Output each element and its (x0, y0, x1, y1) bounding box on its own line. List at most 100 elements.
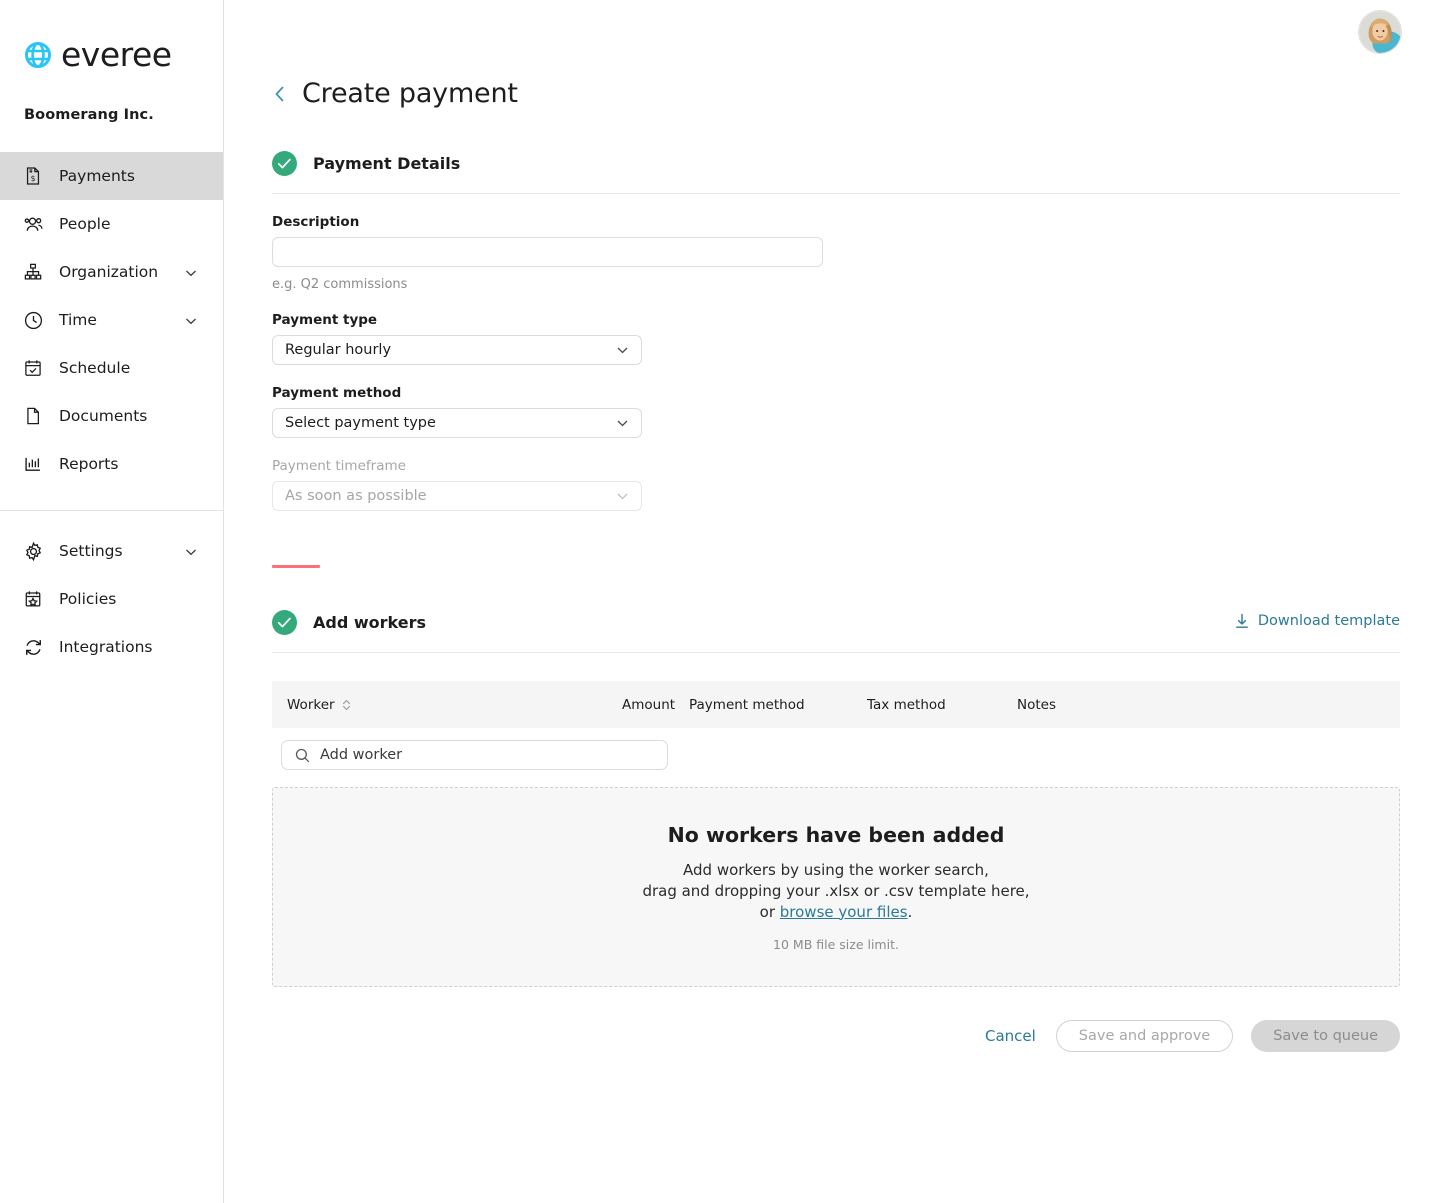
sidebar-item-reports[interactable]: Reports (0, 440, 223, 488)
sort-arrows-icon[interactable] (342, 699, 351, 711)
sidebar-item-label: Settings (59, 542, 123, 560)
form-actions: Cancel Save and approve Save to queue (272, 1020, 1400, 1052)
workers-table: Worker Amount Payment method Tax method … (272, 681, 1400, 987)
sidebar-divider (0, 510, 223, 511)
column-header-amount: Amount (622, 696, 676, 713)
browse-files-link[interactable]: browse your files (780, 903, 908, 921)
clock-icon (22, 309, 44, 331)
empty-state-line-2: drag and dropping your .xlsx or .csv tem… (642, 881, 1030, 900)
sidebar-item-settings[interactable]: Settings (0, 527, 223, 575)
description-label: Description (272, 214, 360, 230)
sidebar-item-label: Integrations (59, 638, 153, 656)
payment-type-select[interactable]: Regular hourly (272, 335, 642, 365)
user-avatar-image (1359, 11, 1401, 53)
page-title: Create payment (302, 78, 518, 109)
payment-method-label: Payment method (272, 385, 402, 401)
section-rule (272, 652, 1400, 653)
save-to-queue-button[interactable]: Save to queue (1251, 1020, 1400, 1052)
sidebar-item-payments[interactable]: $ Payments (0, 152, 223, 200)
add-worker-search-placeholder: Add worker (320, 747, 403, 763)
payment-details-header: Payment Details (272, 151, 1400, 176)
download-template-button[interactable]: Download template (1235, 613, 1400, 629)
payment-details-section: Payment Details Description e.g. Q2 comm… (272, 151, 1400, 568)
payment-timeframe-select-wrap: As soon as possible (272, 481, 642, 511)
section-accent-divider (272, 565, 320, 568)
empty-state-line-1: Add workers by using the worker search, (683, 860, 989, 879)
calendar-check-icon (22, 357, 44, 379)
sidebar-item-time[interactable]: Time (0, 296, 223, 344)
payment-type-value: Regular hourly (285, 342, 392, 358)
brand-logo[interactable]: everee (0, 0, 223, 71)
check-circle-icon (272, 610, 297, 635)
payment-timeframe-value: As soon as possible (285, 488, 427, 504)
payment-method-value: Select payment type (285, 415, 436, 431)
empty-state-title: No workers have been added (667, 822, 1005, 847)
section-rule (272, 193, 1400, 194)
payment-type-select-wrap: Regular hourly (272, 335, 642, 365)
sidebar-item-label: Schedule (59, 359, 131, 377)
sidebar-secondary-nav: Settings Policies Integrations (0, 527, 223, 671)
column-header-tax-method: Tax method (867, 696, 946, 713)
chevron-down-icon[interactable] (184, 265, 198, 279)
main-content: Create payment Payment Details Descripti… (224, 0, 1448, 1203)
empty-state-line-3-prefix: or (759, 902, 780, 921)
sidebar-item-schedule[interactable]: Schedule (0, 344, 223, 392)
gear-icon (22, 540, 44, 562)
column-header-payment-method: Payment method (689, 696, 805, 713)
workers-table-header: Worker Amount Payment method Tax method … (272, 681, 1400, 728)
chevron-left-icon[interactable] (272, 83, 288, 105)
payment-method-select-wrap: Select payment type (272, 408, 642, 438)
add-workers-header: Add workers Download template (272, 610, 1400, 635)
empty-state-line-3-suffix: . (907, 902, 913, 921)
column-header-notes: Notes (1017, 696, 1056, 713)
avatar[interactable] (1358, 10, 1402, 54)
file-size-limit-note: 10 MB file size limit. (773, 936, 899, 952)
save-and-approve-button[interactable]: Save and approve (1055, 1020, 1234, 1052)
sync-icon (22, 636, 44, 658)
chevron-down-icon[interactable] (184, 313, 198, 327)
sidebar: everee Boomerang Inc. $ Payments People … (0, 0, 224, 1203)
section-title: Add workers (313, 613, 426, 632)
org-chart-icon (22, 261, 44, 283)
sidebar-item-label: Time (59, 311, 97, 329)
download-icon (1235, 613, 1249, 629)
sidebar-item-integrations[interactable]: Integrations (0, 623, 223, 671)
description-input[interactable] (272, 237, 823, 267)
payment-type-label: Payment type (272, 312, 378, 328)
content-area: Payment Details Description e.g. Q2 comm… (224, 151, 1448, 1052)
people-icon (22, 213, 44, 235)
sidebar-item-policies[interactable]: Policies (0, 575, 223, 623)
sidebar-item-organization[interactable]: Organization (0, 248, 223, 296)
download-template-label: Download template (1257, 613, 1400, 629)
organization-name: Boomerang Inc. (24, 107, 154, 123)
payment-method-select[interactable]: Select payment type (272, 408, 642, 438)
column-header-worker[interactable]: Worker (287, 697, 351, 713)
sidebar-primary-nav: $ Payments People Organization Time Sche… (0, 152, 223, 488)
cancel-button[interactable]: Cancel (983, 1023, 1038, 1049)
document-dollar-icon: $ (22, 165, 44, 187)
document-icon (22, 405, 44, 427)
description-hint: e.g. Q2 commissions (272, 277, 408, 292)
bar-chart-icon (22, 453, 44, 475)
add-workers-section: Add workers Download template Worker Amo… (272, 610, 1400, 1052)
calendar-star-icon (22, 588, 44, 610)
sidebar-item-label: People (59, 215, 111, 233)
chevron-down-icon[interactable] (184, 544, 198, 558)
sidebar-item-label: Reports (59, 455, 119, 473)
sidebar-item-people[interactable]: People (0, 200, 223, 248)
page-header: Create payment (224, 0, 1448, 109)
search-icon (295, 748, 310, 763)
workers-dropzone[interactable]: No workers have been added Add workers b… (272, 787, 1400, 987)
payment-timeframe-select: As soon as possible (272, 481, 642, 511)
sidebar-item-label: Payments (59, 167, 135, 185)
sidebar-item-label: Policies (59, 590, 117, 608)
empty-state-line-3: or browse your files. (642, 902, 1029, 923)
sidebar-item-documents[interactable]: Documents (0, 392, 223, 440)
section-title: Payment Details (313, 154, 461, 173)
empty-state-description: Add workers by using the worker search, … (642, 860, 1029, 923)
sidebar-item-label: Organization (59, 263, 159, 281)
column-header-worker-label: Worker (287, 696, 335, 713)
check-circle-icon (272, 151, 297, 176)
add-worker-search[interactable]: Add worker (281, 740, 668, 770)
globe-icon (24, 41, 52, 69)
